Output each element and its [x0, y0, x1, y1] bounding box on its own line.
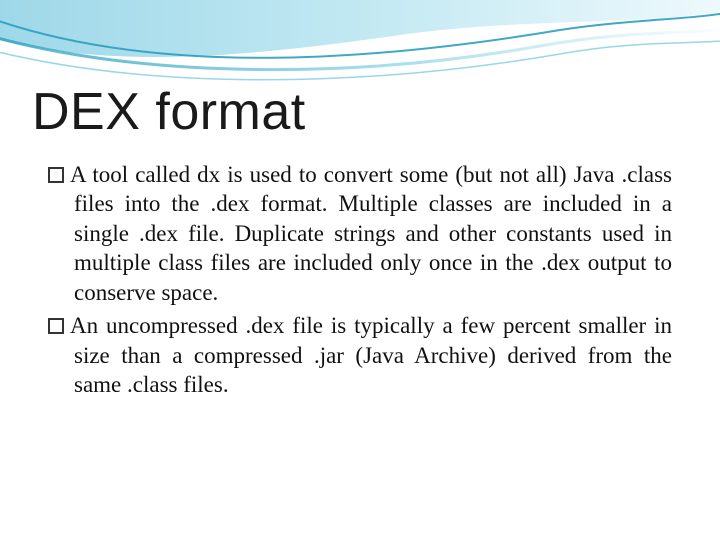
bullet-item: A tool called dx is used to convert some…: [48, 160, 672, 307]
slide-body: A tool called dx is used to convert some…: [48, 160, 672, 404]
slide-title: DEX format: [32, 82, 306, 142]
bullet-text: A tool called dx is used to convert some…: [70, 162, 672, 305]
slide: DEX format A tool called dx is used to c…: [0, 0, 720, 540]
bullet-text: An uncompressed .dex file is typically a…: [70, 313, 672, 397]
square-bullet-icon: [48, 167, 64, 183]
bullet-item: An uncompressed .dex file is typically a…: [48, 311, 672, 399]
decorative-wave: [0, 0, 720, 90]
square-bullet-icon: [48, 318, 64, 334]
